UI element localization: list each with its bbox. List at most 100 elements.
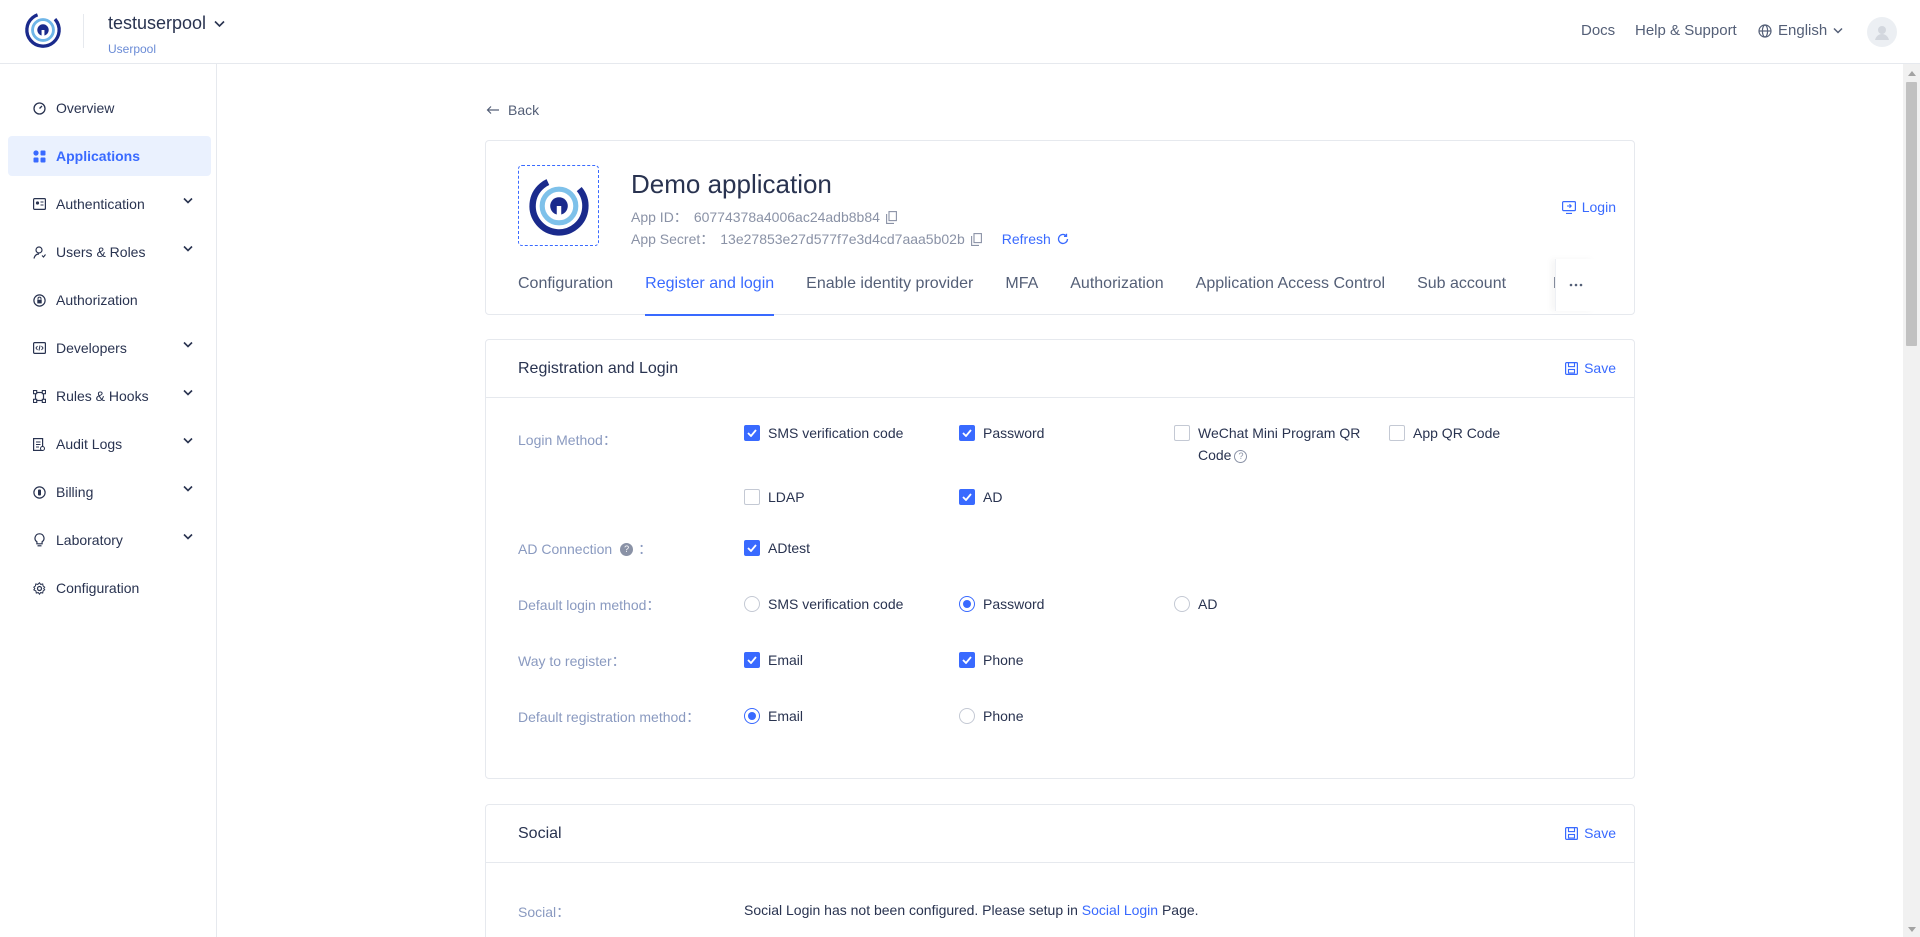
checkbox-unchecked-icon <box>1174 425 1190 441</box>
refresh-label: Refresh <box>1001 231 1051 247</box>
default-login-ad-radio[interactable]: AD <box>1174 595 1217 613</box>
sidebar-item-overview[interactable]: Overview <box>8 88 211 128</box>
copy-icon[interactable] <box>885 210 897 224</box>
dashboard-icon <box>32 101 46 115</box>
chevron-down-icon <box>183 437 193 444</box>
back-label: Back <box>508 102 540 118</box>
tab-register-and-login[interactable]: Register and login <box>645 264 774 316</box>
sidebar-item-users-roles[interactable]: Users & Roles <box>8 232 211 272</box>
userpool-name: testuserpool <box>108 13 207 33</box>
copy-icon[interactable] <box>970 232 982 246</box>
option-label: App QR Code <box>1413 425 1501 441</box>
register-email-checkbox[interactable]: Email <box>744 651 803 669</box>
sidebar-item-label: Billing <box>56 484 94 500</box>
app-id-value: 60774378a4006ac24adb8b84 <box>693 209 880 225</box>
default-login-password-radio[interactable]: Password <box>959 595 1044 613</box>
save-button[interactable]: Save <box>1565 360 1616 376</box>
sidebar-item-authorization[interactable]: Authorization <box>8 280 211 320</box>
docs-link[interactable]: Docs <box>1581 22 1615 39</box>
globe-icon <box>1758 23 1772 38</box>
app-logo-upload[interactable] <box>518 165 599 246</box>
userpool-type: Userpool <box>108 42 157 56</box>
sidebar-item-applications[interactable]: Applications <box>8 136 211 176</box>
sidebar-item-billing[interactable]: Billing <box>8 472 211 512</box>
social-login-link[interactable]: Social Login <box>1082 902 1158 918</box>
sidebar-item-rules-hooks[interactable]: Rules & Hooks <box>8 376 211 416</box>
language-selector[interactable]: English <box>1758 22 1843 39</box>
user-avatar[interactable] <box>1867 17 1897 47</box>
sidebar-item-authentication[interactable]: Authentication <box>8 184 211 224</box>
scroll-down-arrow-icon[interactable] <box>1906 924 1917 934</box>
authing-logo-icon[interactable] <box>24 11 62 49</box>
social-message: Social Login has not been configured. Pl… <box>744 902 1199 918</box>
option-label: WeChat Mini Program QR Code <box>1198 425 1361 463</box>
help-icon[interactable]: ? <box>620 542 634 556</box>
social-label: Social： <box>518 904 571 920</box>
checkbox-checked-icon <box>744 652 760 668</box>
sidebar-item-audit-logs[interactable]: Audit Logs <box>8 424 211 464</box>
register-phone-checkbox[interactable]: Phone <box>959 651 1023 669</box>
sidebar-item-label: Authorization <box>56 292 138 308</box>
tab-mfa[interactable]: MFA <box>1005 264 1038 316</box>
tab-authorization[interactable]: Authorization <box>1070 264 1163 316</box>
option-label: Phone <box>983 652 1024 668</box>
id-card-icon <box>32 197 46 211</box>
default-reg-email-radio[interactable]: Email <box>744 707 803 725</box>
radio-unselected-icon <box>959 708 975 724</box>
app-id-label: App ID： <box>631 209 688 225</box>
option-label: Email <box>768 708 804 724</box>
sidebar-item-label: Laboratory <box>56 532 123 548</box>
chevron-down-icon <box>183 197 193 204</box>
option-label: Phone <box>983 708 1024 724</box>
sidebar-item-configuration[interactable]: Configuration <box>8 568 211 608</box>
sidebar-item-label: Applications <box>56 148 141 164</box>
sidebar-item-label: Configuration <box>56 580 140 596</box>
default-login-sms-radio[interactable]: SMS verification code <box>744 595 903 613</box>
avatar-icon <box>1875 26 1889 40</box>
back-button[interactable]: Back <box>486 102 539 118</box>
chevron-down-icon <box>214 20 225 27</box>
option-label: SMS verification code <box>768 425 904 441</box>
language-label: English <box>1778 22 1828 39</box>
ad-connection-label-text: AD Connection <box>518 541 613 557</box>
social-text-before: Social Login has not been configured. Pl… <box>744 902 1082 918</box>
sidebar-item-label: Rules & Hooks <box>56 388 149 404</box>
tab-application-access-control[interactable]: Application Access Control <box>1196 264 1385 316</box>
sidebar-item-label: Authentication <box>56 196 145 212</box>
app-login-button[interactable]: Login <box>1561 199 1616 215</box>
app-secret-label: App Secret： <box>631 231 715 247</box>
scroll-up-arrow-icon[interactable] <box>1906 68 1917 78</box>
section-title: Social <box>518 825 562 842</box>
option-label: SMS verification code <box>768 596 904 612</box>
default-registration-method-label: Default registration method： <box>518 709 701 725</box>
login-method-ldap-checkbox[interactable]: LDAP <box>744 488 805 506</box>
tab-sub-account[interactable]: Sub account <box>1417 264 1506 316</box>
ad-connection-adtest-checkbox[interactable]: ADtest <box>744 539 810 557</box>
refresh-secret-button[interactable]: Refresh <box>1002 231 1069 247</box>
login-method-wechat-checkbox[interactable]: WeChat Mini Program QR Code? <box>1174 424 1364 466</box>
help-support-link[interactable]: Help & Support <box>1635 22 1737 39</box>
login-method-label: Login Method： <box>518 432 617 448</box>
default-reg-phone-radio[interactable]: Phone <box>959 707 1023 725</box>
login-method-password-checkbox[interactable]: Password <box>959 424 1044 442</box>
save-button[interactable]: Save <box>1565 825 1616 841</box>
ellipsis-icon <box>1569 283 1582 287</box>
tab-enable-identity-provider[interactable]: Enable identity provider <box>806 264 973 316</box>
sidebar-item-label: Users & Roles <box>56 244 146 260</box>
sidebar-item-developers[interactable]: Developers <box>8 328 211 368</box>
save-icon <box>1565 826 1579 840</box>
tab-configuration[interactable]: Configuration <box>518 264 613 316</box>
help-icon[interactable]: ? <box>1234 449 1248 463</box>
login-method-sms-checkbox[interactable]: SMS verification code <box>744 424 903 442</box>
checkbox-checked-icon <box>744 540 760 556</box>
login-method-app-qr-checkbox[interactable]: App QR Code <box>1389 424 1500 442</box>
login-method-ad-checkbox[interactable]: AD <box>959 488 1002 506</box>
user-icon <box>32 245 46 259</box>
tabs-more-button[interactable] <box>1555 259 1595 311</box>
app-tabs: Configuration Register and login Enable … <box>518 264 1506 316</box>
save-icon <box>1565 361 1579 375</box>
app-id-row: App ID： 60774378a4006ac24adb8b84 <box>631 207 897 227</box>
sidebar-item-laboratory[interactable]: Laboratory <box>8 520 211 560</box>
userpool-switcher[interactable]: testuserpool <box>108 13 225 34</box>
scrollbar-thumb[interactable] <box>1906 82 1917 346</box>
